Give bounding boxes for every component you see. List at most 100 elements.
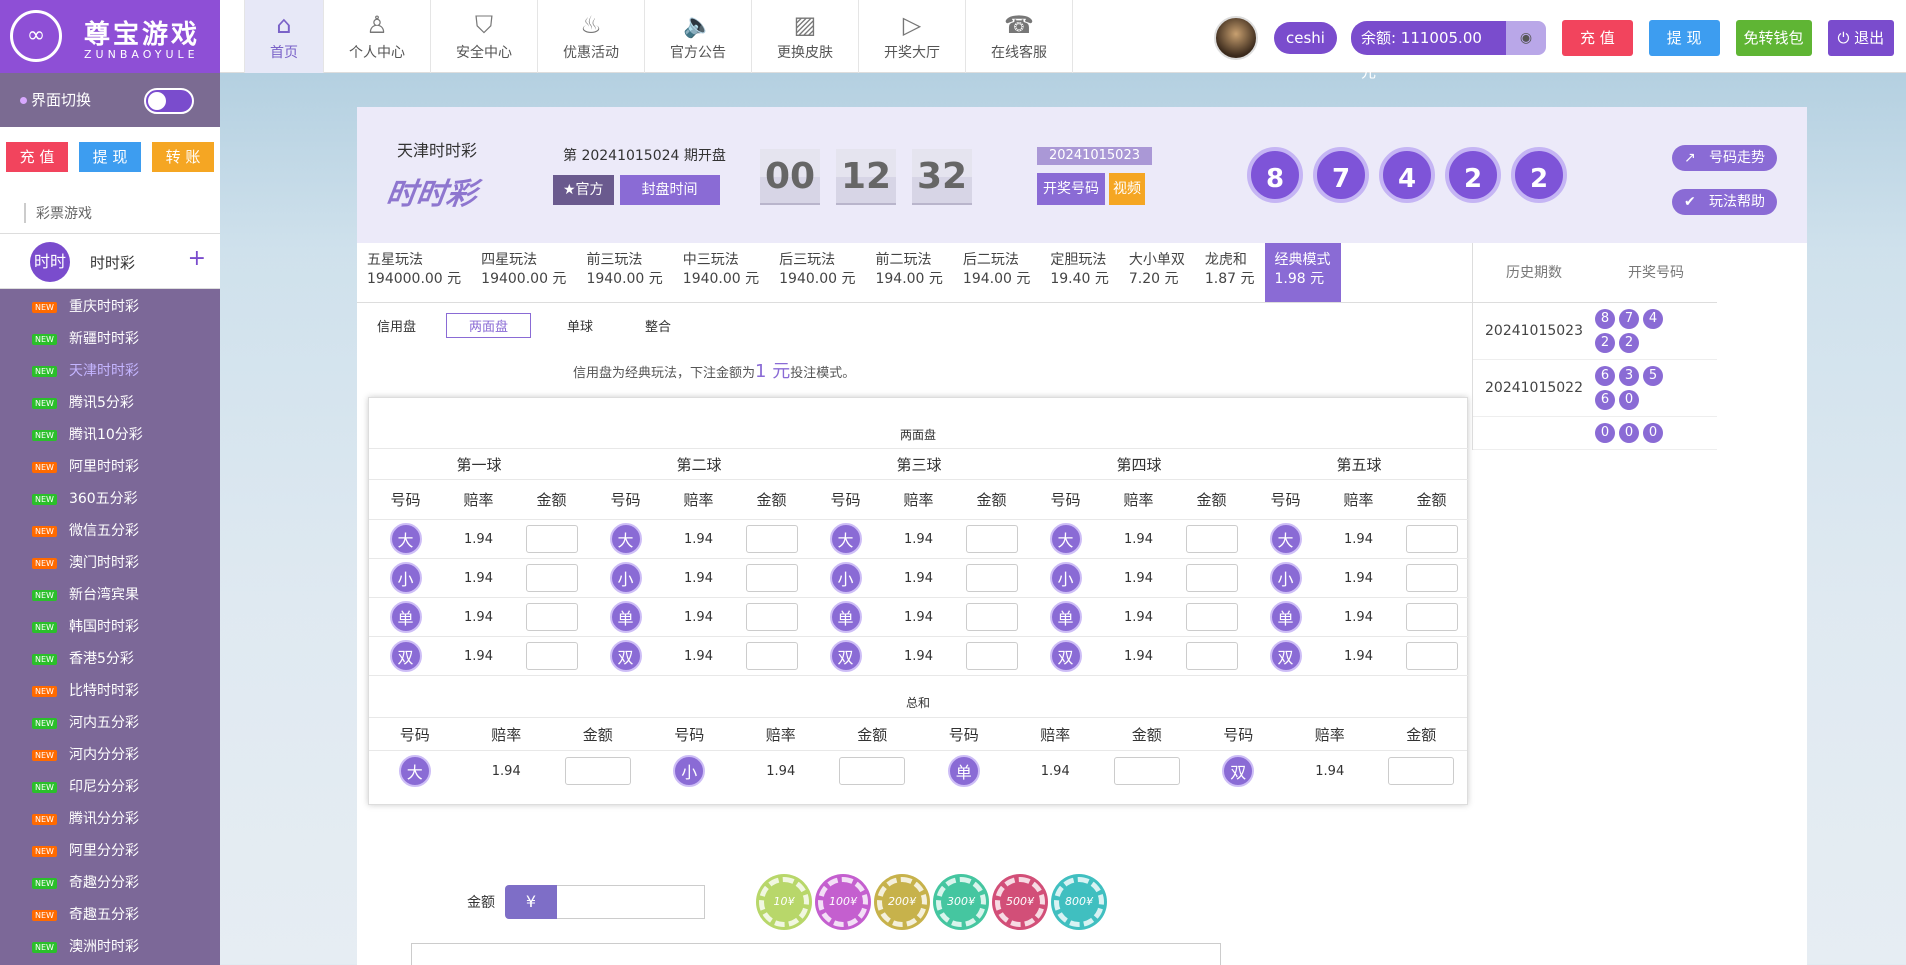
- ui-switch-toggle[interactable]: [144, 88, 194, 114]
- tab-play-mode[interactable]: 经典模式 1.98 元: [1264, 243, 1341, 302]
- sidebar-item-game[interactable]: NEW 比特时时彩: [0, 675, 220, 707]
- tab-play-mode[interactable]: 大小单双 7.20 元: [1119, 243, 1195, 302]
- chip-button[interactable]: 10¥: [759, 877, 809, 927]
- sidebar-transfer-button[interactable]: 转 账: [152, 142, 214, 172]
- chip-button[interactable]: 300¥: [936, 877, 986, 927]
- amount-field[interactable]: [965, 564, 1018, 592]
- amount-field[interactable]: [1185, 603, 1238, 631]
- tab-play-mode[interactable]: 前二玩法 194.00 元: [865, 243, 952, 302]
- game-category[interactable]: 时时 时时彩 +: [0, 233, 220, 289]
- menu-draw-hall[interactable]: ▷ 开奖大厅: [859, 0, 966, 73]
- sidebar-item-game[interactable]: NEW 重庆时时彩: [0, 291, 220, 323]
- help-button[interactable]: ✔ 玩法帮助: [1672, 189, 1777, 215]
- bet-option[interactable]: 大: [829, 523, 862, 555]
- video-button[interactable]: 视频: [1109, 173, 1145, 205]
- amount-field[interactable]: [525, 603, 578, 631]
- amount-field[interactable]: [745, 603, 798, 631]
- sidebar-item-game[interactable]: NEW 新台湾宾果: [0, 579, 220, 611]
- bet-option[interactable]: 双: [1049, 640, 1082, 672]
- menu-profile[interactable]: ♙ 个人中心: [324, 0, 431, 73]
- menu-announcements[interactable]: 🔈 官方公告: [645, 0, 752, 73]
- menu-promotions[interactable]: ♨ 优惠活动: [538, 0, 645, 73]
- withdraw-button[interactable]: 提 现: [1648, 20, 1720, 56]
- sidebar-item-game[interactable]: NEW 腾讯10分彩: [0, 419, 220, 451]
- bet-option[interactable]: 双: [829, 640, 862, 672]
- sum-amount-field[interactable]: [839, 757, 906, 785]
- subtab-credit[interactable]: 信用盘: [377, 316, 416, 335]
- tab-play-mode[interactable]: 后三玩法 1940.00 元: [769, 243, 865, 302]
- sidebar-item-game[interactable]: NEW 香港5分彩: [0, 643, 220, 675]
- sidebar-item-game[interactable]: NEW 奇趣分分彩: [0, 867, 220, 899]
- sum-amount-field[interactable]: [1113, 757, 1180, 785]
- logo[interactable]: ∞ 尊宝游戏 ZUNBAOYULE: [0, 0, 220, 73]
- amount-field[interactable]: [525, 642, 578, 670]
- recharge-button[interactable]: 充 值: [1561, 20, 1633, 56]
- bet-option[interactable]: 大: [389, 523, 422, 555]
- sidebar-item-game[interactable]: NEW 河内五分彩: [0, 707, 220, 739]
- sidebar-item-game[interactable]: NEW 微信五分彩: [0, 515, 220, 547]
- sum-amount-field[interactable]: [564, 757, 631, 785]
- sidebar-item-game[interactable]: NEW 澳门时时彩: [0, 547, 220, 579]
- bet-option[interactable]: 双: [1269, 640, 1302, 672]
- subtab-combined[interactable]: 整合: [645, 316, 671, 335]
- subtab-single-ball[interactable]: 单球: [567, 316, 593, 335]
- subtab-two-sides[interactable]: 两面盘: [446, 313, 532, 338]
- chip-button[interactable]: 500¥: [995, 877, 1045, 927]
- tab-play-mode[interactable]: 四星玩法 19400.00 元: [471, 243, 576, 302]
- bet-option[interactable]: 单: [1269, 601, 1302, 633]
- chip-button[interactable]: 200¥: [877, 877, 927, 927]
- amount-field[interactable]: [525, 525, 578, 553]
- bet-option[interactable]: 双: [609, 640, 642, 672]
- eye-icon[interactable]: ◉: [1505, 21, 1546, 55]
- username-badge[interactable]: ceshi: [1274, 22, 1337, 54]
- chip-button[interactable]: 100¥: [818, 877, 868, 927]
- sidebar-item-game[interactable]: NEW 新疆时时彩: [0, 323, 220, 355]
- amount-field[interactable]: [1185, 642, 1238, 670]
- tab-play-mode[interactable]: 定胆玩法 19.40 元: [1040, 243, 1119, 302]
- amount-input[interactable]: [557, 885, 705, 919]
- menu-home[interactable]: ⌂ 首页: [244, 0, 324, 73]
- tab-play-mode[interactable]: 中三玩法 1940.00 元: [673, 243, 769, 302]
- sum-option[interactable]: 小: [673, 755, 706, 787]
- amount-field[interactable]: [965, 603, 1018, 631]
- bet-option[interactable]: 大: [609, 523, 642, 555]
- amount-field[interactable]: [1185, 564, 1238, 592]
- bet-option[interactable]: 大: [1269, 523, 1302, 555]
- trend-button[interactable]: ↗ 号码走势: [1672, 145, 1777, 171]
- plus-icon[interactable]: +: [188, 246, 206, 271]
- sum-option[interactable]: 单: [947, 755, 980, 787]
- bet-option[interactable]: 小: [829, 562, 862, 594]
- sidebar-item-game[interactable]: NEW 360五分彩: [0, 483, 220, 515]
- menu-support[interactable]: ☎ 在线客服: [966, 0, 1073, 73]
- bet-option[interactable]: 小: [1269, 562, 1302, 594]
- avatar[interactable]: [1214, 16, 1258, 60]
- sidebar-item-game[interactable]: NEW 阿里分分彩: [0, 835, 220, 867]
- tab-play-mode[interactable]: 后二玩法 194.00 元: [953, 243, 1040, 302]
- bet-option[interactable]: 单: [389, 601, 422, 633]
- bet-option[interactable]: 小: [389, 562, 422, 594]
- sidebar-item-game[interactable]: NEW 奇趣五分彩: [0, 899, 220, 931]
- amount-field[interactable]: [1405, 603, 1458, 631]
- menu-security[interactable]: ⛉ 安全中心: [431, 0, 538, 73]
- amount-field[interactable]: [525, 564, 578, 592]
- bet-option[interactable]: 单: [1049, 601, 1082, 633]
- sum-amount-field[interactable]: [1388, 757, 1455, 785]
- sidebar-item-game[interactable]: NEW 河内分分彩: [0, 739, 220, 771]
- amount-field[interactable]: [745, 564, 798, 592]
- chip-button[interactable]: 800¥: [1054, 877, 1104, 927]
- sidebar-item-game[interactable]: NEW 天津时时彩: [0, 355, 220, 387]
- tab-play-mode[interactable]: 前三玩法 1940.00 元: [576, 243, 672, 302]
- logout-button[interactable]: ⏻ 退出: [1827, 20, 1895, 56]
- amount-field[interactable]: [745, 642, 798, 670]
- amount-field[interactable]: [745, 525, 798, 553]
- sidebar-item-game[interactable]: NEW 韩国时时彩: [0, 611, 220, 643]
- amount-field[interactable]: [1185, 525, 1238, 553]
- sidebar-item-game[interactable]: NEW 阿里时时彩: [0, 451, 220, 483]
- sidebar-withdraw-button[interactable]: 提 现: [79, 142, 141, 172]
- sidebar-item-game[interactable]: NEW 腾讯分分彩: [0, 803, 220, 835]
- sum-option[interactable]: 双: [1222, 755, 1255, 787]
- sidebar-item-game[interactable]: NEW 印尼分分彩: [0, 771, 220, 803]
- draw-number-button[interactable]: 开奖号码: [1037, 173, 1105, 205]
- bet-option[interactable]: 双: [389, 640, 422, 672]
- bet-option[interactable]: 大: [1049, 523, 1082, 555]
